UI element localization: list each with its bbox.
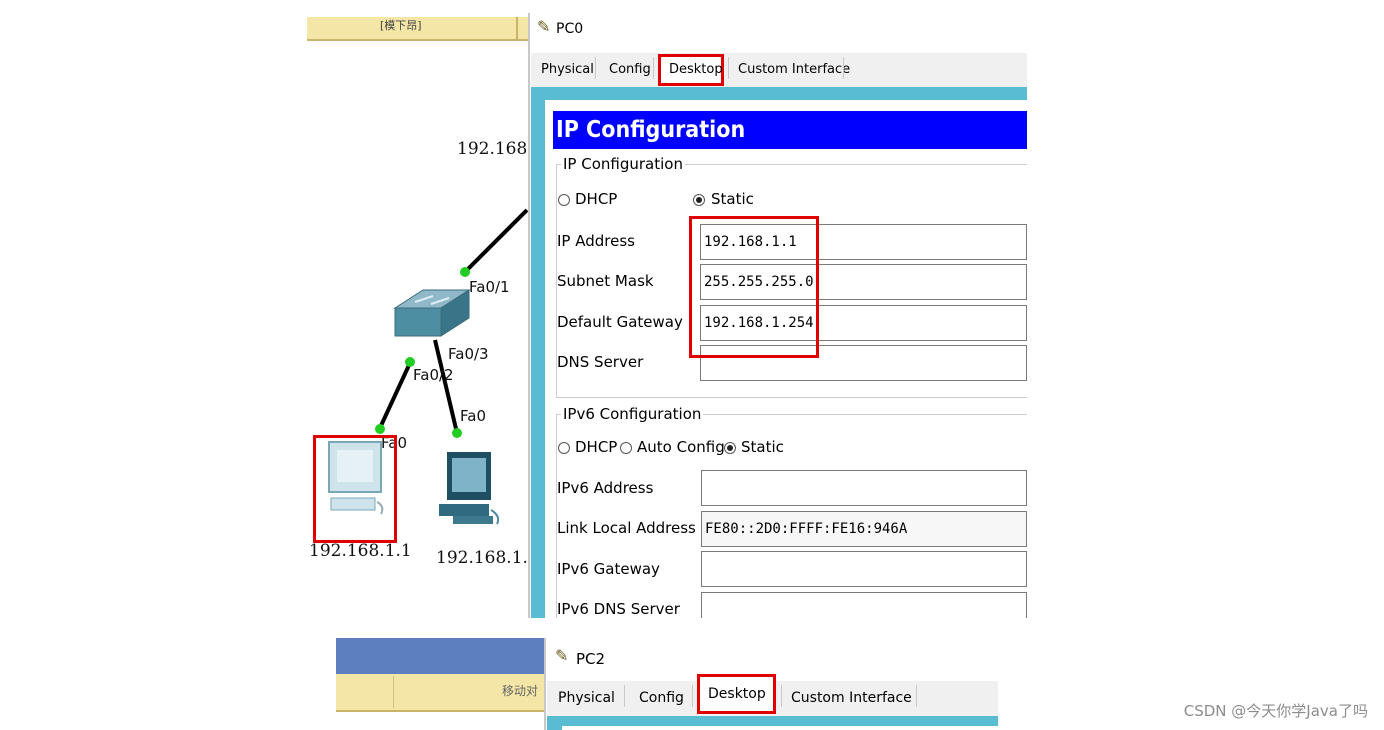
ipv6-auto-config-label: Auto Config bbox=[637, 438, 725, 456]
ipv4-static-radio[interactable] bbox=[693, 194, 705, 206]
tab-desktop[interactable]: Desktop bbox=[658, 54, 724, 86]
port-label-fa0-1: Fa0/1 bbox=[469, 278, 510, 296]
ipv6-dns-server-label: IPv6 DNS Server bbox=[557, 600, 680, 618]
ip-fields-highlight bbox=[689, 216, 819, 358]
default-gateway-label: Default Gateway bbox=[557, 313, 683, 331]
port-label-fa0-3: Fa0/3 bbox=[448, 345, 489, 363]
link-status-dot-fa0-1 bbox=[460, 267, 470, 277]
link-status-dot-pc-a bbox=[375, 424, 385, 434]
tab-custom-interface[interactable]: Custom Interface bbox=[730, 55, 858, 85]
port-label-pc-b: Fa0 bbox=[460, 407, 486, 425]
pc0-tabbar: Physical Config Desktop Custom Interface bbox=[531, 53, 1027, 87]
link-local-address-label: Link Local Address bbox=[557, 519, 696, 537]
pc2-tab-desktop[interactable]: Desktop bbox=[697, 674, 776, 714]
ipv4-dhcp-radio[interactable] bbox=[558, 194, 570, 206]
pc-a-highlight bbox=[313, 435, 397, 543]
pc2-title: PC2 bbox=[576, 650, 606, 668]
ipv6-gateway-label: IPv6 Gateway bbox=[557, 560, 660, 578]
ipv6-group-label: IPv6 Configuration bbox=[561, 405, 704, 423]
ipv6-address-label: IPv6 Address bbox=[557, 479, 654, 497]
pc2-background-strip bbox=[336, 638, 544, 674]
pc2-tab-physical[interactable]: Physical bbox=[550, 683, 623, 713]
ip-address-label: IP Address bbox=[557, 232, 635, 250]
pc2-background-label: 移动对 bbox=[502, 684, 539, 698]
pc-a-ip: 192.168.1.1 bbox=[309, 541, 412, 561]
link-switch-pc-a bbox=[377, 362, 412, 431]
ip-config-title: IP Configuration bbox=[553, 111, 1027, 149]
link-status-dot-pc-b bbox=[452, 428, 462, 438]
port-label-fa0-2: Fa0/2 bbox=[413, 366, 454, 384]
ipv4-group-label: IP Configuration bbox=[561, 155, 685, 173]
tab-physical[interactable]: Physical bbox=[533, 55, 602, 85]
watermark: CSDN @今天你学Java了吗 bbox=[1183, 702, 1368, 720]
ipv4-dhcp-label: DHCP bbox=[575, 190, 618, 208]
dns-server-label: DNS Server bbox=[557, 353, 644, 371]
pc2-window-icon: ✎ bbox=[555, 646, 569, 665]
pc0-title: PC0 bbox=[556, 21, 584, 37]
toolbar-divider bbox=[516, 17, 518, 39]
ipv6-static-label: Static bbox=[741, 438, 784, 456]
link-router-switch bbox=[463, 208, 529, 274]
tab-config[interactable]: Config bbox=[601, 55, 659, 85]
pc2-tabbar: Physical Config Desktop Custom Interface bbox=[547, 674, 998, 716]
pc2-tab-custom-interface[interactable]: Custom Interface bbox=[783, 683, 920, 713]
ipv6-dns-server-input[interactable] bbox=[701, 592, 1027, 618]
switch-icon bbox=[393, 289, 471, 337]
ipv4-static-label: Static bbox=[711, 190, 754, 208]
pc-b-ip: 192.168.1.2 bbox=[436, 548, 539, 568]
ipv6-dhcp-radio[interactable] bbox=[558, 442, 570, 454]
ipv6-gateway-input[interactable] bbox=[701, 551, 1027, 587]
ipv6-static-radio[interactable] bbox=[724, 442, 736, 454]
pc-b-icon bbox=[439, 452, 500, 525]
ipv6-address-input[interactable] bbox=[701, 470, 1027, 506]
toolbar-label: [模下昂] bbox=[380, 19, 422, 32]
link-local-address-field: FE80::2D0:FFFF:FE16:946A bbox=[701, 511, 1027, 547]
pc2-tab-config[interactable]: Config bbox=[631, 683, 692, 713]
subnet-mask-label: Subnet Mask bbox=[557, 272, 654, 290]
ipv6-dhcp-label: DHCP bbox=[575, 438, 618, 456]
pc-window-icon: ✎ bbox=[537, 17, 551, 36]
ipv6-auto-config-radio[interactable] bbox=[620, 442, 632, 454]
